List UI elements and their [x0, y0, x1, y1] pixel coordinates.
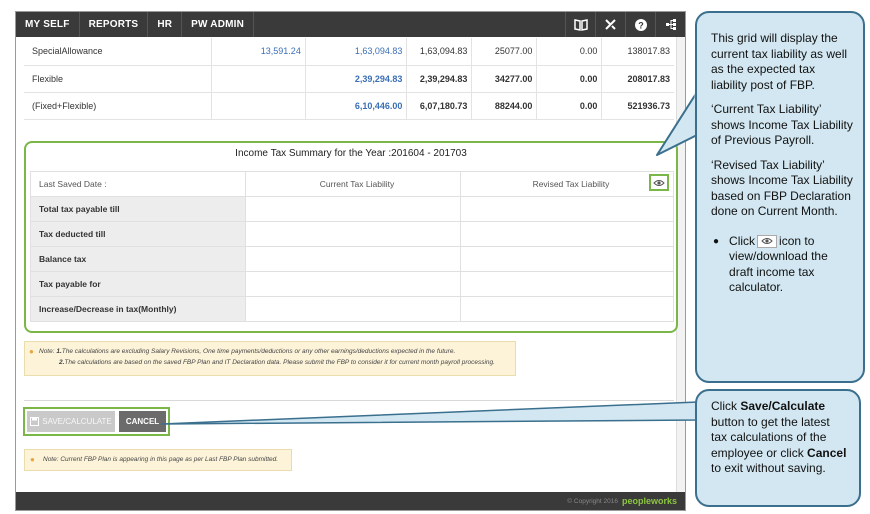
copyright-text: © Copyright 2016	[567, 497, 618, 505]
current-value	[245, 221, 461, 247]
earning-cell: 1,63,094.83	[406, 38, 473, 66]
eye-icon	[653, 179, 665, 186]
earnings-table: SpecialAllowance 13,591.24 1,63,094.83 1…	[24, 38, 674, 120]
top-menu-bar: MY SELF REPORTS HR PW ADMIN ?	[16, 12, 685, 37]
calculation-note: ● Note: 1.The calculations are excluding…	[24, 341, 516, 376]
callout-bullet: ● Click icon to view/download the draft i…	[711, 234, 853, 296]
earning-cell	[211, 92, 306, 120]
callout-text: This grid will display the current tax l…	[711, 31, 848, 92]
revised-value	[460, 296, 674, 322]
table-row: Tax payable for	[30, 271, 674, 297]
table-row: Total tax payable till	[30, 196, 674, 222]
table-row: Increase/Decrease in tax(Monthly)	[30, 296, 674, 322]
table-row: Balance tax	[30, 246, 674, 272]
earning-name: SpecialAllowance	[24, 38, 213, 66]
earning-name: Flexible	[24, 65, 213, 93]
earning-cell: 6,07,180.73	[406, 92, 473, 120]
earning-cell	[211, 65, 306, 93]
earning-cell: 138017.83	[601, 38, 674, 66]
fbp-plan-note: ● Note: Current FBP Plan is appearing in…	[24, 449, 292, 471]
callout1-pointer	[656, 91, 698, 156]
action-buttons: SAVE/CALCULATE CANCEL	[23, 407, 170, 436]
row-label: Increase/Decrease in tax(Monthly)	[30, 296, 246, 322]
callout-text: ‘Revised Tax Liability’ shows Income Tax…	[711, 157, 853, 219]
help-icon[interactable]: ?	[625, 12, 655, 37]
fbp-note-text: Note: Current FBP Plan is appearing in t…	[43, 456, 279, 463]
bullet-dot: ●	[713, 235, 720, 247]
callout-bullet-text: Click icon to view/download the draft inc…	[729, 233, 828, 295]
earning-cell: 0.00	[536, 38, 603, 66]
brand-logo: peopleworks	[621, 496, 677, 506]
earning-cell: 13,591.24	[211, 38, 306, 66]
col-current-tax: Current Tax Liability	[245, 171, 461, 197]
menu-reports[interactable]: REPORTS	[80, 12, 149, 37]
revised-value	[460, 221, 674, 247]
footer: © Copyright 2016 peopleworks	[16, 492, 685, 510]
lightbulb-icon: ●	[29, 347, 34, 356]
table-row: SpecialAllowance 13,591.24 1,63,094.83 1…	[24, 38, 674, 66]
summary-title: Income Tax Summary for the Year :201604 …	[235, 148, 467, 159]
callout2-pointer	[161, 401, 699, 425]
row-label: Tax deducted till	[30, 221, 246, 247]
callout-text: ‘Current Tax Liability’ shows Income Tax…	[711, 102, 853, 147]
current-value	[245, 246, 461, 272]
current-value	[245, 196, 461, 222]
save-calculate-button[interactable]: SAVE/CALCULATE	[27, 411, 115, 432]
cancel-button[interactable]: CANCEL	[119, 411, 166, 432]
tax-summary-panel: Income Tax Summary for the Year :201604 …	[24, 141, 678, 333]
last-saved-label: Last Saved Date :	[30, 171, 246, 197]
svg-text:?: ?	[638, 20, 644, 30]
earning-cell: 25077.00	[471, 38, 538, 66]
tools-icon[interactable]	[595, 12, 625, 37]
revised-value	[460, 271, 674, 297]
current-value	[245, 271, 461, 297]
row-label: Balance tax	[30, 246, 246, 272]
col-revised-label: Revised Tax Liability	[532, 179, 610, 189]
view-calculator-button[interactable]	[649, 174, 669, 191]
table-header-row: Last Saved Date : Current Tax Liability …	[30, 171, 674, 197]
earning-cell: 6,10,446.00	[305, 92, 408, 120]
earning-cell: 1,63,094.83	[305, 38, 408, 66]
row-label: Tax payable for	[30, 271, 246, 297]
earning-cell: 2,39,294.83	[406, 65, 473, 93]
earning-cell: 0.00	[536, 65, 603, 93]
earning-cell: 0.00	[536, 92, 603, 120]
eye-icon	[757, 234, 778, 248]
book-icon[interactable]	[565, 12, 595, 37]
earning-cell: 208017.83	[601, 65, 674, 93]
save-icon	[30, 417, 40, 426]
note-line-2: 2.The calculations are based on the save…	[59, 359, 495, 366]
callout-buttons: Click Save/Calculate button to get the l…	[695, 389, 861, 507]
revised-value	[460, 246, 674, 272]
table-row: (Fixed+Flexible) 6,10,446.00 6,07,180.73…	[24, 92, 674, 120]
earning-cell: 34277.00	[471, 65, 538, 93]
earning-name: (Fixed+Flexible)	[24, 92, 213, 120]
col-revised-tax: Revised Tax Liability	[460, 171, 674, 197]
table-row: Tax deducted till	[30, 221, 674, 247]
menu-hr[interactable]: HR	[148, 12, 183, 37]
current-value	[245, 296, 461, 322]
revised-value	[460, 196, 674, 222]
earning-cell: 88244.00	[471, 92, 538, 120]
menu-pw-admin[interactable]: PW ADMIN	[182, 12, 255, 37]
callout-tax-grid: This grid will display the current tax l…	[695, 11, 865, 383]
row-label: Total tax payable till	[30, 196, 246, 222]
save-label: SAVE/CALCULATE	[42, 417, 112, 426]
menu-my-self[interactable]: MY SELF	[16, 12, 80, 37]
lightbulb-icon: ●	[30, 455, 35, 464]
tax-summary-table: Last Saved Date : Current Tax Liability …	[30, 171, 674, 322]
earning-cell: 2,39,294.83	[305, 65, 408, 93]
sitemap-icon[interactable]	[655, 12, 685, 37]
table-row: Flexible 2,39,294.83 2,39,294.83 34277.0…	[24, 65, 674, 93]
note-line-1: Note: 1.The calculations are excluding S…	[39, 348, 456, 355]
